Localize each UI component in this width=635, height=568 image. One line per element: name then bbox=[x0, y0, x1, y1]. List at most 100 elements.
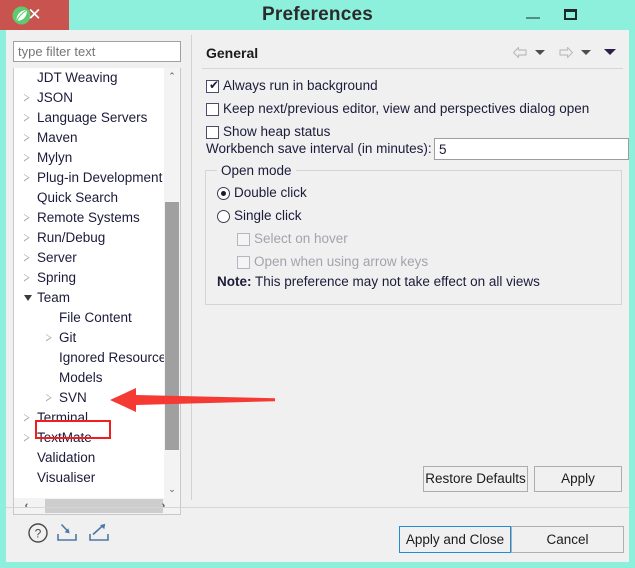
tree-item-label: File Content bbox=[59, 310, 132, 325]
close-button[interactable]: ✕ bbox=[0, 0, 69, 30]
tree-item-spring[interactable]: Spring bbox=[14, 268, 164, 288]
tree-item-label: Plug-in Development bbox=[37, 170, 163, 185]
tree-twisty-collapsed-icon[interactable] bbox=[24, 234, 30, 242]
checkbox-unchecked-disabled-icon bbox=[237, 256, 250, 269]
tree-item-label: Quick Search bbox=[37, 190, 119, 205]
apply-and-close-button[interactable]: Apply and Close bbox=[399, 526, 511, 553]
help-icon[interactable]: ? bbox=[27, 522, 49, 544]
tree-item-label: Visualiser bbox=[37, 470, 96, 485]
maximize-button[interactable] bbox=[554, 0, 588, 30]
page-navigation-controls bbox=[512, 44, 616, 62]
workbench-save-interval-label: Workbench save interval (in minutes): bbox=[206, 141, 432, 156]
tree-item-label: Run/Debug bbox=[37, 230, 106, 245]
close-icon: ✕ bbox=[27, 5, 42, 24]
tree-twisty-collapsed-icon[interactable] bbox=[24, 114, 30, 122]
dialog-body: JDT Weaving JSON Language Servers Maven Myly… bbox=[6, 30, 629, 562]
tree-item-maven[interactable]: Maven bbox=[14, 128, 164, 148]
preferences-dialog: Preferences ✕ JDT Weaving JSON Language Se… bbox=[0, 0, 635, 568]
tree-twisty-expanded-icon[interactable] bbox=[24, 295, 32, 301]
tree-item-remote-systems[interactable]: Remote Systems bbox=[14, 208, 164, 228]
minimize-button[interactable] bbox=[516, 0, 550, 30]
tree-twisty-collapsed-icon[interactable] bbox=[24, 174, 30, 182]
checkbox-label: Always run in background bbox=[223, 78, 378, 93]
tree-twisty-collapsed-icon[interactable] bbox=[24, 214, 30, 222]
tree-item-git[interactable]: Git bbox=[14, 328, 164, 348]
tree-item-label: Git bbox=[59, 330, 77, 345]
tree-vertical-scrollbar[interactable]: ⌃ ⌄ bbox=[164, 68, 180, 498]
tree-twisty-collapsed-icon[interactable] bbox=[24, 134, 30, 142]
tree-item-label: TextMate bbox=[37, 430, 92, 445]
cancel-button[interactable]: Cancel bbox=[511, 526, 624, 553]
note-text: This preference may not take effect on a… bbox=[255, 274, 540, 289]
open-mode-note: Note: This preference may not take effec… bbox=[217, 274, 540, 289]
dialog-footer: ? Apply and Close Cancel bbox=[6, 508, 629, 562]
checkbox-label: Keep next/previous editor, view and pers… bbox=[223, 101, 590, 116]
tree-item-terminal[interactable]: Terminal bbox=[14, 408, 164, 428]
apply-button[interactable]: Apply bbox=[534, 466, 622, 492]
export-icon[interactable] bbox=[88, 523, 110, 543]
tree-twisty-collapsed-icon[interactable] bbox=[24, 274, 30, 282]
tree-twisty-collapsed-icon[interactable] bbox=[24, 94, 30, 102]
back-arrow-icon[interactable] bbox=[512, 46, 528, 59]
general-preference-page: General ✔ Always run in background Keep ne… bbox=[198, 30, 629, 502]
tree-twisty-collapsed-icon[interactable] bbox=[24, 254, 30, 262]
checkbox-unchecked-icon[interactable] bbox=[206, 126, 219, 139]
tree-item-label: JDT Weaving bbox=[37, 70, 118, 85]
tree-item-visualiser[interactable]: Visualiser bbox=[14, 468, 164, 488]
tree-item-plug-in-development[interactable]: Plug-in Development bbox=[14, 168, 164, 188]
maximize-icon bbox=[564, 9, 577, 20]
radio-dot-icon bbox=[221, 191, 226, 196]
tree-item-label: Mylyn bbox=[37, 150, 73, 165]
checkbox-unchecked-disabled-icon bbox=[237, 233, 250, 246]
restore-defaults-button[interactable]: Restore Defaults bbox=[423, 466, 528, 492]
tree-item-label: SVN bbox=[59, 390, 87, 405]
tree-item-textmate[interactable]: TextMate bbox=[14, 428, 164, 448]
tree-item-language-servers[interactable]: Language Servers bbox=[14, 108, 164, 128]
tree-item-svn[interactable]: SVN bbox=[14, 388, 164, 408]
tree-item-label: Spring bbox=[37, 270, 77, 285]
title-bar: Preferences ✕ bbox=[0, 0, 635, 30]
tree-item-run-debug[interactable]: Run/Debug bbox=[14, 228, 164, 248]
minimize-icon bbox=[526, 17, 540, 19]
forward-history-chevron-down-icon[interactable] bbox=[580, 49, 591, 55]
tree-scroll-viewport: JDT Weaving JSON Language Servers Maven Myly… bbox=[14, 68, 164, 498]
tree-twisty-collapsed-icon[interactable] bbox=[46, 394, 52, 402]
open-mode-legend: Open mode bbox=[217, 163, 296, 178]
page-menu-chevron-down-filled-icon[interactable] bbox=[604, 49, 616, 56]
radio-label: Double click bbox=[234, 185, 307, 200]
scroll-up-icon[interactable]: ⌃ bbox=[164, 68, 180, 85]
tree-twisty-collapsed-icon[interactable] bbox=[24, 414, 30, 422]
tree-item-label: Language Servers bbox=[37, 110, 148, 125]
tree-item-server[interactable]: Server bbox=[14, 248, 164, 268]
tree-item-mylyn[interactable]: Mylyn bbox=[14, 148, 164, 168]
tree-item-file-content[interactable]: File Content bbox=[14, 308, 164, 328]
tree-item-team[interactable]: Team bbox=[14, 288, 164, 308]
pane-divider bbox=[191, 35, 192, 500]
tree-item-label: Ignored Resources bbox=[59, 350, 164, 365]
forward-arrow-icon[interactable] bbox=[558, 46, 574, 59]
tree-item-quick-search[interactable]: Quick Search bbox=[14, 188, 164, 208]
import-icon[interactable] bbox=[56, 523, 78, 543]
open-mode-group: Open mode Double click Single click Selec… bbox=[205, 163, 622, 305]
scroll-down-icon[interactable]: ⌄ bbox=[164, 481, 180, 498]
back-history-chevron-down-icon[interactable] bbox=[534, 49, 545, 55]
workbench-save-interval-input[interactable] bbox=[434, 138, 629, 160]
vertical-scroll-thumb[interactable] bbox=[165, 202, 179, 450]
sub-checkbox-label: Open when using arrow keys bbox=[254, 254, 429, 269]
tree-twisty-collapsed-icon[interactable] bbox=[46, 334, 52, 342]
tree-twisty-collapsed-icon[interactable] bbox=[24, 434, 30, 442]
tree-item-label: Remote Systems bbox=[37, 210, 140, 225]
tree-item-models[interactable]: Models bbox=[14, 368, 164, 388]
checkbox-checked-icon[interactable]: ✔ bbox=[206, 79, 219, 93]
tree-twisty-collapsed-icon[interactable] bbox=[24, 154, 30, 162]
tree-item-jdt-weaving[interactable]: JDT Weaving bbox=[14, 68, 164, 88]
tree-item-ignored-resources[interactable]: Ignored Resources bbox=[14, 348, 164, 368]
checkbox-unchecked-icon[interactable] bbox=[206, 103, 219, 116]
note-prefix: Note: bbox=[217, 274, 252, 289]
radio-unselected-icon[interactable] bbox=[217, 210, 230, 223]
tree-item-json[interactable]: JSON bbox=[14, 88, 164, 108]
tree-item-validation[interactable]: Validation bbox=[14, 448, 164, 468]
preferences-sidebar: JDT Weaving JSON Language Servers Maven Myly… bbox=[6, 30, 190, 515]
radio-selected-icon[interactable] bbox=[217, 187, 230, 200]
filter-input[interactable] bbox=[13, 41, 181, 62]
